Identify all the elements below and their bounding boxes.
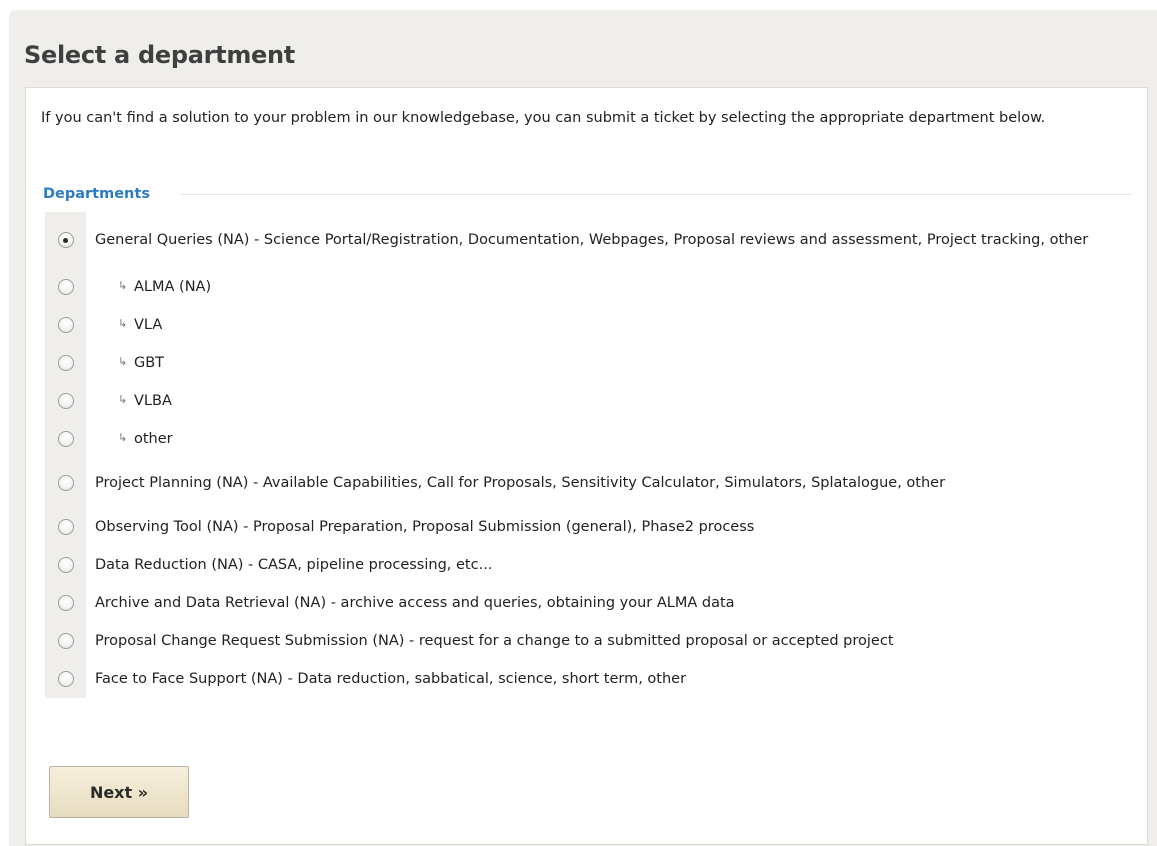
department-label: ↳ GBT xyxy=(86,354,1131,373)
department-label-text: Project Planning (NA) - Available Capabi… xyxy=(95,474,946,491)
radio-cell xyxy=(45,458,86,508)
department-item[interactable]: Data Reduction (NA) - CASA, pipeline pro… xyxy=(45,546,1131,584)
department-radio[interactable] xyxy=(57,671,74,687)
department-radio[interactable] xyxy=(57,355,74,371)
department-subitem[interactable]: ↳ other xyxy=(45,420,1131,458)
department-label-text: Data Reduction (NA) - CASA, pipeline pro… xyxy=(95,556,493,573)
sub-arrow-icon: ↳ xyxy=(118,354,128,368)
department-label: ↳ VLBA xyxy=(86,392,1131,411)
department-radio[interactable] xyxy=(57,633,74,649)
department-label: Data Reduction (NA) - CASA, pipeline pro… xyxy=(86,556,1131,575)
department-radio[interactable] xyxy=(57,431,74,447)
department-item[interactable]: General Queries (NA) - Science Portal/Re… xyxy=(45,212,1131,268)
department-label: General Queries (NA) - Science Portal/Re… xyxy=(86,231,1131,250)
department-radio-list: General Queries (NA) - Science Portal/Re… xyxy=(45,212,1131,698)
ticket-department-container: Select a department If you can't find a … xyxy=(9,10,1157,846)
department-subitem[interactable]: ↳ ALMA (NA) xyxy=(45,268,1131,306)
department-item[interactable]: Face to Face Support (NA) - Data reducti… xyxy=(45,660,1131,698)
department-label-text: other xyxy=(134,430,173,447)
radio-cell xyxy=(45,660,86,698)
department-label: ↳ other xyxy=(86,430,1131,449)
sub-arrow-icon: ↳ xyxy=(118,316,128,330)
department-item[interactable]: Observing Tool (NA) - Proposal Preparati… xyxy=(45,508,1131,546)
sub-arrow-icon: ↳ xyxy=(118,278,128,292)
radio-cell xyxy=(45,508,86,546)
departments-fieldset-legend: Departments xyxy=(43,184,1131,204)
department-subitem[interactable]: ↳ GBT xyxy=(45,344,1131,382)
radio-cell xyxy=(45,584,86,622)
radio-cell xyxy=(45,212,86,268)
department-radio[interactable] xyxy=(57,317,74,333)
sub-arrow-icon: ↳ xyxy=(118,430,128,444)
department-label-text: VLBA xyxy=(134,392,172,409)
page-title: Select a department xyxy=(24,41,295,69)
department-item[interactable]: Archive and Data Retrieval (NA) - archiv… xyxy=(45,584,1131,622)
department-subitem[interactable]: ↳ VLA xyxy=(45,306,1131,344)
department-radio[interactable] xyxy=(57,232,74,248)
department-radio[interactable] xyxy=(57,475,74,491)
department-label: Observing Tool (NA) - Proposal Preparati… xyxy=(86,518,1131,537)
department-label-text: Observing Tool (NA) - Proposal Preparati… xyxy=(95,518,755,535)
radio-cell xyxy=(45,546,86,584)
department-label-text: VLA xyxy=(134,316,163,333)
department-radio[interactable] xyxy=(57,557,74,573)
radio-cell xyxy=(45,344,86,382)
department-label: Proposal Change Request Submission (NA) … xyxy=(86,632,1131,651)
department-item[interactable]: Proposal Change Request Submission (NA) … xyxy=(45,622,1131,660)
department-radio[interactable] xyxy=(57,393,74,409)
department-label-text: ALMA (NA) xyxy=(134,278,212,295)
department-label-text: Face to Face Support (NA) - Data reducti… xyxy=(95,670,687,687)
departments-legend: Departments xyxy=(43,186,150,202)
department-label-text: GBT xyxy=(134,354,165,371)
department-label: Face to Face Support (NA) - Data reducti… xyxy=(86,670,1131,689)
legend-divider xyxy=(181,194,1131,195)
sub-arrow-icon: ↳ xyxy=(118,392,128,406)
radio-cell xyxy=(45,268,86,306)
department-radio[interactable] xyxy=(57,595,74,611)
department-label: Archive and Data Retrieval (NA) - archiv… xyxy=(86,594,1131,613)
department-radio[interactable] xyxy=(57,519,74,535)
department-label: Project Planning (NA) - Available Capabi… xyxy=(86,474,1131,493)
department-subitem[interactable]: ↳ VLBA xyxy=(45,382,1131,420)
department-item[interactable]: Project Planning (NA) - Available Capabi… xyxy=(45,458,1131,508)
department-label: ↳ ALMA (NA) xyxy=(86,278,1131,297)
department-label-text: Archive and Data Retrieval (NA) - archiv… xyxy=(95,594,735,611)
radio-cell xyxy=(45,306,86,344)
next-button[interactable]: Next » xyxy=(49,766,189,818)
department-label: ↳ VLA xyxy=(86,316,1131,335)
department-form: If you can't find a solution to your pro… xyxy=(25,87,1148,845)
department-label-text: General Queries (NA) - Science Portal/Re… xyxy=(95,231,1089,248)
department-radio[interactable] xyxy=(57,279,74,295)
intro-text: If you can't find a solution to your pro… xyxy=(41,110,1046,126)
radio-cell xyxy=(45,382,86,420)
radio-selected-dot xyxy=(63,237,68,243)
radio-cell xyxy=(45,622,86,660)
department-label-text: Proposal Change Request Submission (NA) … xyxy=(95,632,894,649)
radio-cell xyxy=(45,420,86,458)
